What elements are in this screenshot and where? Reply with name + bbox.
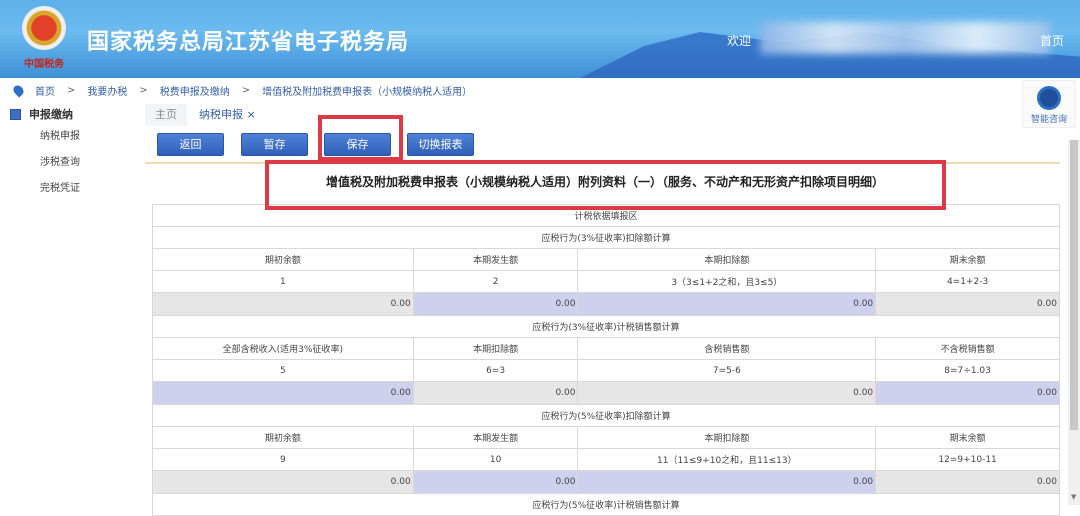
vertical-scrollbar[interactable]: ▼ (1068, 140, 1080, 505)
column-header: 期初余额 (152, 248, 414, 271)
smart-consult-label: 智能咨询 (1030, 115, 1067, 125)
amount-cell: 0.00 (875, 470, 1060, 494)
amount-cell: 0.00 (152, 292, 414, 316)
temp-save-button[interactable]: 暂存 (241, 133, 308, 156)
highlight-save-box (318, 115, 403, 161)
amount-cell[interactable]: 0.00 (875, 381, 1060, 405)
column-header: 本期扣除额 (412, 337, 579, 360)
column-header: 期初余额 (152, 426, 414, 449)
amount-cell[interactable]: 0.00 (412, 470, 579, 494)
sidebar-section-declare[interactable]: 申报缴纳 (0, 104, 140, 124)
amount-cell[interactable]: 0.00 (577, 292, 877, 316)
line-number: 12=9+10-11 (875, 448, 1060, 471)
scrollbar-thumb[interactable] (1070, 140, 1078, 430)
column-header: 本期发生额 (412, 426, 579, 449)
tax-emblem-logo (22, 6, 66, 50)
column-header: 不含税销售额 (875, 337, 1060, 360)
section-title: 应税行为(3%征收率)扣除额计算 (152, 226, 1060, 249)
line-number: 8=7÷1.03 (875, 359, 1060, 382)
logo-subtitle: 中国税务 (24, 59, 64, 70)
tab-tax-declare[interactable]: 纳税申报 × (189, 104, 266, 126)
smart-consult-button[interactable]: 智能咨询 (1022, 80, 1076, 128)
home-link[interactable]: 首页 (1040, 32, 1064, 49)
amount-cell: 0.00 (875, 292, 1060, 316)
amount-cell[interactable]: 0.00 (577, 470, 877, 494)
column-header: 期末余额 (875, 248, 1060, 271)
column-header: 本期发生额 (412, 248, 579, 271)
column-header: 全部含税收入(适用3%征收率) (152, 337, 414, 360)
line-number: 3（3≤1+2之和，且3≤5） (577, 270, 877, 293)
switch-report-button[interactable]: 切换报表 (407, 133, 474, 156)
breadcrumb-current: 增值税及附加税费申报表（小规模纳税人适用） (262, 86, 473, 98)
amount-cell: 0.00 (412, 381, 579, 405)
line-number: 7=5-6 (577, 359, 877, 382)
column-header: 本期扣除额 (577, 248, 877, 271)
breadcrumb-home[interactable]: 首页 (35, 83, 55, 98)
line-number: 10 (412, 448, 579, 471)
sidebar-title: 申报缴纳 (29, 108, 73, 121)
sidebar-item-tax-query[interactable]: 涉税查询 (0, 150, 140, 176)
header-banner: 中国税务 国家税务总局江苏省电子税务局 欢迎 首页 (0, 0, 1080, 78)
blurred-user-info (760, 22, 1050, 54)
breadcrumb-separator: > (67, 84, 76, 96)
amount-cell[interactable]: 0.00 (152, 381, 414, 405)
tab-home[interactable]: 主页 (145, 104, 187, 126)
breadcrumb-declare[interactable]: 税费申报及缴纳 (160, 83, 230, 98)
site-title: 国家税务总局江苏省电子税务局 (87, 30, 410, 55)
section-title: 应税行为(5%征收率)扣除额计算 (152, 404, 1060, 427)
column-header: 期末余额 (875, 426, 1060, 449)
line-number: 6=3 (412, 359, 579, 382)
tab-bar: 主页 纳税申报 × (145, 104, 268, 126)
amount-cell: 0.00 (577, 381, 877, 405)
column-header: 含税销售额 (577, 337, 877, 360)
column-header: 本期扣除额 (577, 426, 877, 449)
sidebar-item-tax-declare[interactable]: 纳税申报 (0, 124, 140, 150)
scroll-down-arrow-icon[interactable]: ▼ (1071, 493, 1076, 501)
breadcrumb: 首页 > 我要办税 > 税费申报及缴纳 > 增值税及附加税费申报表（小规模纳税人适用） (0, 80, 1080, 100)
breadcrumb-separator: > (241, 84, 251, 96)
sidebar: 申报缴纳 纳税申报 涉税查询 完税凭证 (0, 104, 140, 202)
headset-agent-icon (1037, 86, 1061, 110)
grid-icon (10, 108, 21, 120)
amount-cell[interactable]: 0.00 (412, 292, 579, 316)
breadcrumb-tax[interactable]: 我要办税 (87, 83, 127, 98)
breadcrumb-separator: > (139, 84, 148, 96)
line-number: 4=1+2-3 (875, 270, 1060, 293)
line-number: 2 (412, 270, 579, 293)
back-button[interactable]: 返回 (157, 133, 224, 156)
section-title: 应税行为(3%征收率)计税销售额计算 (152, 315, 1060, 338)
toolbar: 返回 暂存 保存 切换报表 (145, 126, 1060, 164)
welcome-text: 欢迎 (727, 34, 752, 48)
highlight-title-box (265, 160, 946, 210)
amount-cell: 0.00 (152, 470, 414, 494)
line-number: 1 (152, 270, 414, 293)
sidebar-item-certificate[interactable]: 完税凭证 (0, 176, 140, 202)
line-number: 11（11≤9+10之和，且11≤13） (577, 448, 877, 471)
line-number: 9 (152, 448, 414, 471)
line-number: 5 (152, 359, 414, 382)
location-pin-icon (11, 82, 26, 98)
declaration-table: 计税依据填报区 应税行为(3%征收率)扣除额计算 期初余额 本期发生额 本期扣除额 期末… (152, 204, 1060, 516)
